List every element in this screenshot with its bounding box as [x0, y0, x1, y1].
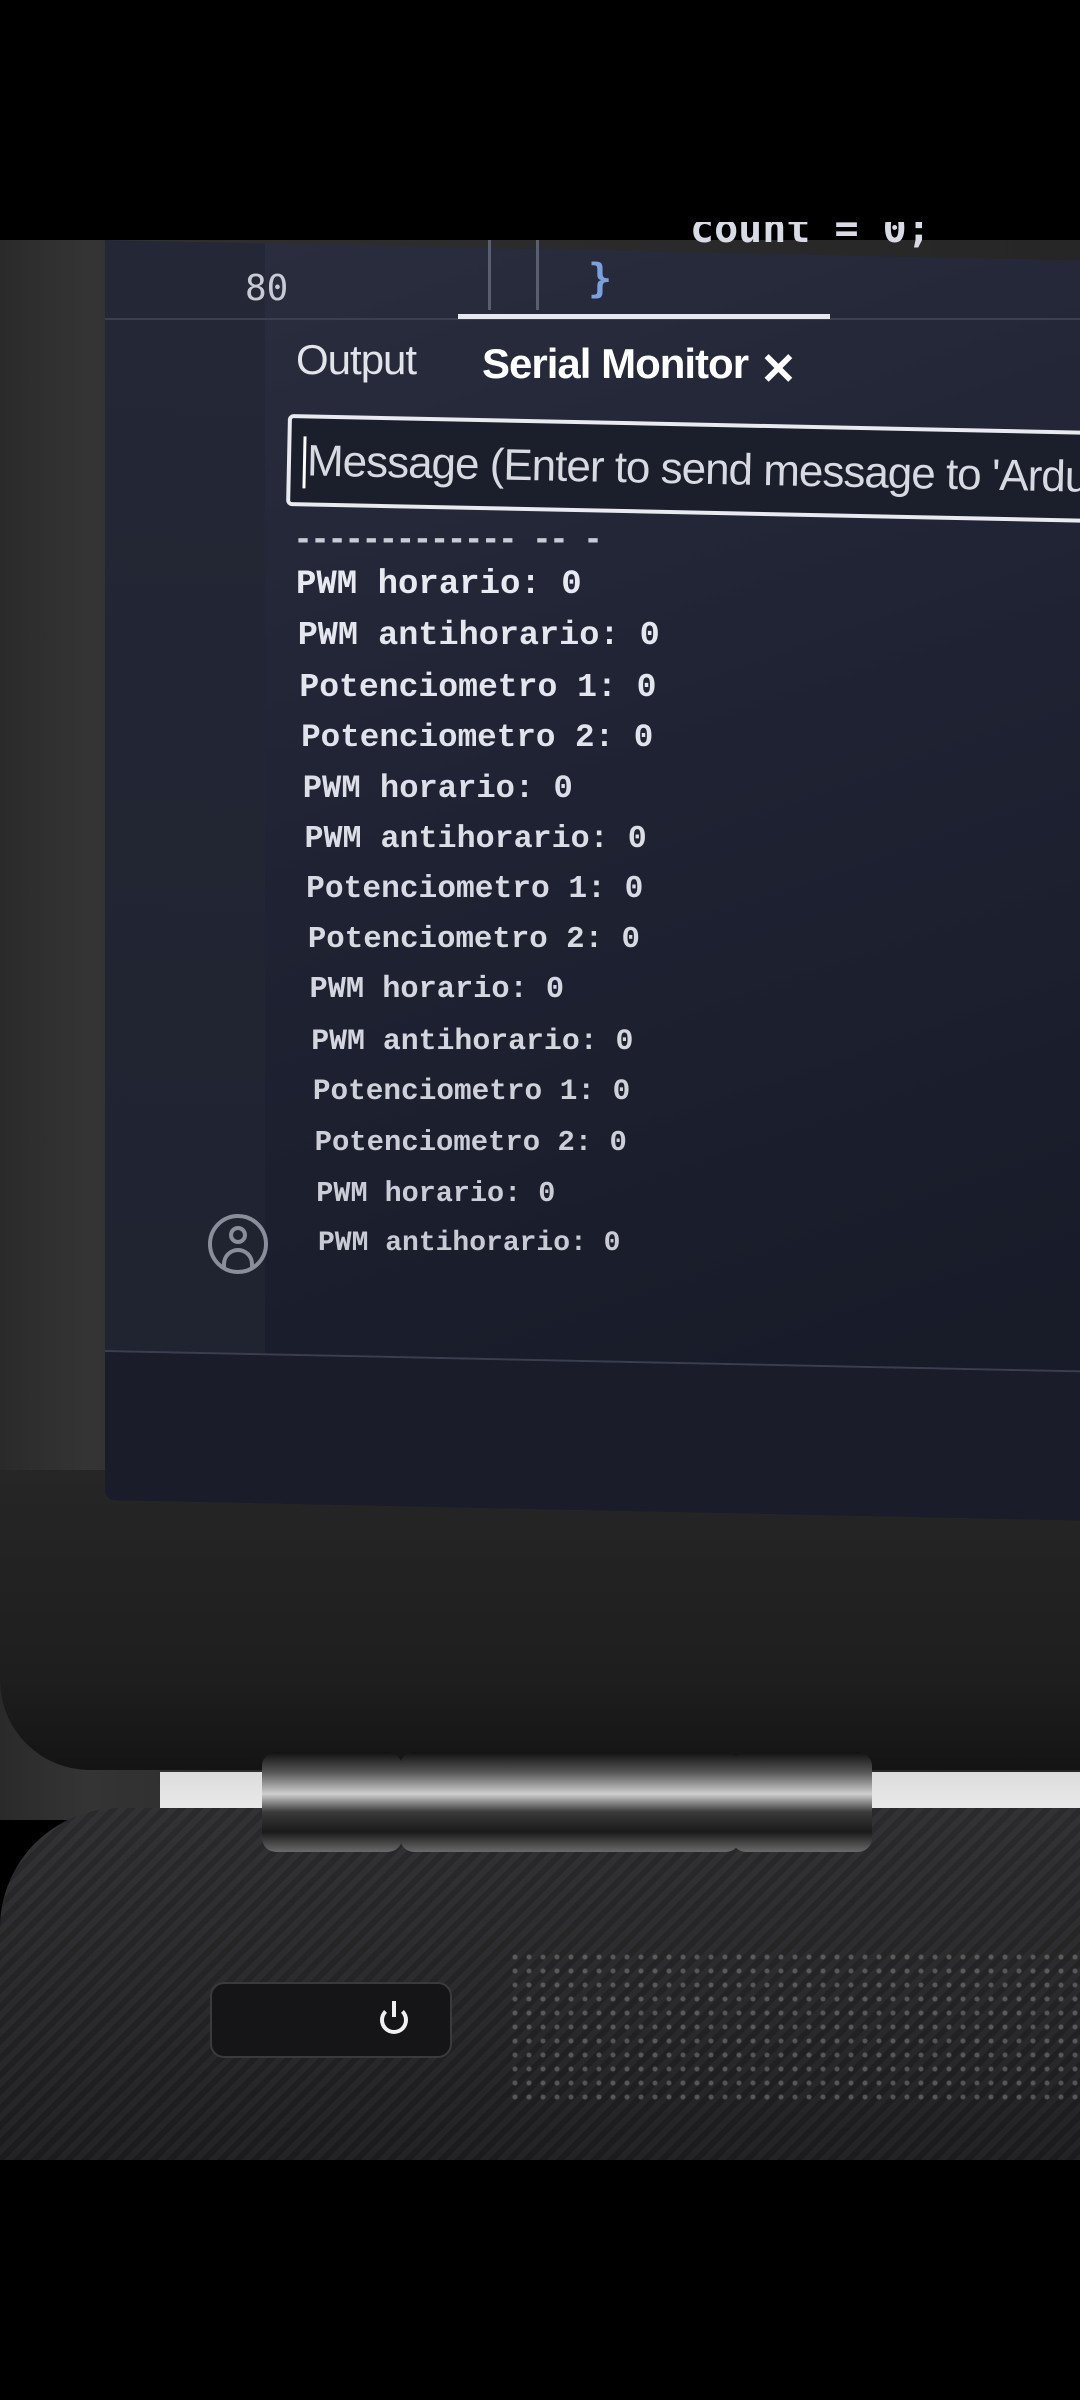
serial-line: PWM horario: 0 [296, 566, 582, 604]
power-button[interactable] [210, 1982, 452, 2058]
serial-line: Potenciometro 1: 0 [312, 1075, 631, 1109]
serial-line: Potenciometro 1: 0 [299, 667, 657, 706]
tab-output[interactable]: Output [296, 336, 417, 384]
tab-serial-monitor[interactable]: Serial Monitor [482, 340, 749, 388]
serial-line-partial: ------------- -- - [294, 522, 602, 557]
account-icon-head [229, 1226, 247, 1244]
serial-line: Potenciometro 2: 0 [314, 1126, 627, 1160]
serial-line: PWM antihorario: 0 [318, 1228, 621, 1259]
serial-message-input[interactable]: Message (Enter to send message to 'Ardui [286, 414, 1080, 524]
serial-line: PWM antihorario: 0 [297, 616, 660, 655]
speaker-grille [508, 1950, 1080, 2106]
power-icon [380, 2001, 408, 2034]
hinge-center [400, 1752, 740, 1852]
code-line-partial: count = 0; [690, 222, 931, 252]
indent-guide [536, 240, 539, 310]
serial-output: ------------- -- - PWM horario: 0 PWM ant… [290, 520, 1080, 1300]
serial-line: PWM horario: 0 [316, 1177, 556, 1211]
close-icon[interactable]: ✕ [760, 344, 797, 395]
serial-line: PWM antihorario: 0 [304, 820, 647, 857]
serial-line: PWM antihorario: 0 [311, 1024, 634, 1059]
code-closing-brace: } [588, 256, 613, 302]
hinge-right [732, 1752, 872, 1852]
bottom-black-band [0, 2160, 1080, 2400]
line-number: 80 [245, 268, 289, 309]
serial-line: Potenciometro 2: 0 [307, 922, 640, 958]
account-icon[interactable] [208, 1214, 268, 1274]
account-icon-body [222, 1248, 254, 1268]
serial-line: PWM horario: 0 [309, 973, 565, 1008]
indent-guide [488, 240, 491, 310]
activity-bar [105, 240, 265, 1504]
serial-line: Potenciometro 2: 0 [301, 718, 654, 756]
hinge-left [262, 1752, 402, 1852]
status-bar [105, 1352, 1080, 1521]
photo: count = 0; 80 } Output Serial Monitor ✕ … [0, 0, 1080, 2400]
serial-line: Potenciometro 1: 0 [306, 871, 644, 907]
top-black-band [0, 0, 1080, 240]
message-placeholder: Message (Enter to send message to 'Ardui [306, 436, 1080, 502]
serial-line: PWM horario: 0 [302, 769, 573, 807]
panel-resize-handle[interactable] [458, 314, 830, 319]
